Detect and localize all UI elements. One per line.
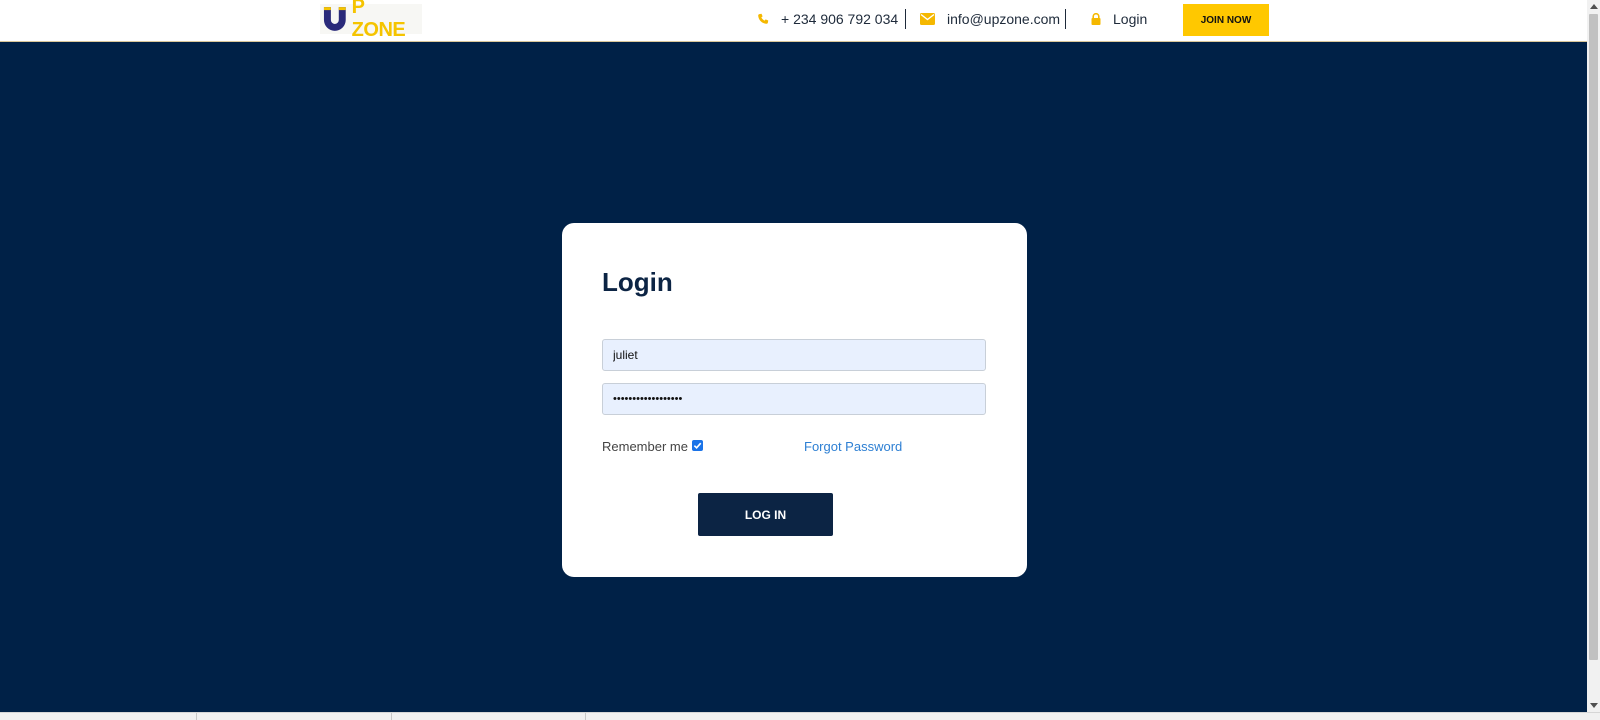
phone-icon	[757, 13, 769, 25]
join-now-button[interactable]: JOIN NOW	[1183, 4, 1269, 36]
login-title: Login	[602, 267, 673, 297]
remember-me[interactable]: Remember me	[602, 439, 703, 454]
phone-number: + 234 906 792 034	[781, 11, 899, 27]
scroll-up-arrow-icon[interactable]	[1590, 4, 1598, 9]
divider	[905, 9, 906, 29]
remember-me-label: Remember me	[602, 439, 688, 454]
header-login-link[interactable]: Login	[1091, 0, 1147, 38]
magnet-u-logo-icon	[323, 7, 346, 31]
divider	[1065, 9, 1066, 29]
strip-divider	[585, 713, 586, 720]
checkmark-icon	[693, 442, 702, 449]
top-header: P ZONE + 234 906 792 034 info@upzone.com…	[0, 0, 1587, 42]
password-input[interactable]	[602, 383, 986, 415]
email-address: info@upzone.com	[947, 11, 1061, 27]
contact-email[interactable]: info@upzone.com	[920, 0, 1060, 38]
login-page-background: Login Remember me Forgot Password LOG IN	[0, 42, 1587, 712]
site-logo[interactable]: P ZONE	[320, 0, 422, 41]
scroll-down-arrow-icon[interactable]	[1590, 703, 1598, 708]
lock-icon	[1091, 13, 1101, 25]
vertical-scrollbar[interactable]	[1587, 0, 1600, 712]
contact-phone[interactable]: + 234 906 792 034	[757, 0, 898, 38]
username-input[interactable]	[602, 339, 986, 371]
remember-me-checkbox[interactable]	[691, 439, 703, 451]
log-in-button[interactable]: LOG IN	[698, 493, 833, 536]
bottom-strip	[0, 712, 1600, 720]
login-card: Login Remember me Forgot Password LOG IN	[562, 223, 1027, 577]
envelope-icon	[920, 13, 935, 25]
forgot-password-link[interactable]: Forgot Password	[804, 439, 902, 454]
scrollbar-thumb[interactable]	[1589, 14, 1598, 660]
logo-text: P ZONE	[351, 0, 406, 41]
strip-divider	[196, 713, 197, 720]
strip-divider	[391, 713, 392, 720]
header-login-label: Login	[1113, 11, 1148, 27]
